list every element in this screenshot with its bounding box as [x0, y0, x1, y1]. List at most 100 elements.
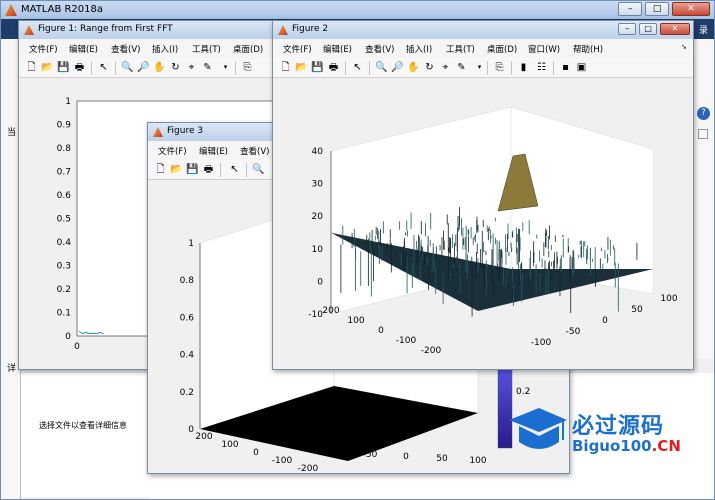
new-figure-icon[interactable]: 🗋: [25, 61, 38, 74]
menu-edit[interactable]: 编辑(E): [69, 43, 98, 55]
menu-file[interactable]: 文件(F): [29, 43, 58, 55]
x-tick-label: 0: [403, 452, 409, 462]
y-tick-label: 0: [253, 448, 259, 458]
print-icon[interactable]: 🖶: [73, 61, 86, 74]
figure-1-titlebar[interactable]: Figure 1: Range from First FFT: [19, 21, 292, 39]
figure-2-plot: 403020100-10 2001000-100-200 100500-50-1…: [308, 106, 678, 356]
close-button[interactable]: ✕: [660, 23, 690, 35]
figure-1-menubar: 文件(F) 编辑(E) 查看(V) 插入(I) 工具(T) 桌面(D): [19, 39, 292, 58]
print-icon[interactable]: 🖶: [327, 61, 340, 74]
menu-file[interactable]: 文件(F): [283, 43, 312, 55]
toolstrip-tab-label[interactable]: 录: [699, 23, 708, 36]
brush-icon[interactable]: ✎: [201, 61, 214, 74]
figure-1-title: Figure 1: Range from First FFT: [38, 24, 173, 34]
link-plot-icon[interactable]: ⎘: [493, 61, 506, 74]
y-tick-label: -100: [396, 336, 417, 346]
zoom-out-icon[interactable]: 🔎: [391, 61, 404, 74]
y-tick-label: 0.4: [57, 238, 72, 248]
brush-icon[interactable]: ✎: [455, 61, 468, 74]
link-plot-icon[interactable]: ⎘: [241, 61, 254, 74]
minimize-button[interactable]: –: [618, 23, 637, 35]
maximize-button[interactable]: □: [645, 2, 670, 16]
y-tick-label: 100: [221, 440, 238, 450]
save-icon[interactable]: 💾: [311, 61, 324, 74]
colorbar-icon[interactable]: ▮: [517, 61, 530, 74]
menu-view[interactable]: 查看(V): [365, 43, 394, 55]
figure-3-title: Figure 3: [167, 126, 204, 136]
menu-edit[interactable]: 编辑(E): [323, 43, 352, 55]
figure-2-window: Figure 2 – □ ✕ 文件(F) 编辑(E) 查看(V) 插入(I) 工…: [272, 20, 694, 370]
hide-plot-tools-icon[interactable]: ▪: [559, 61, 572, 74]
menu-view[interactable]: 查看(V): [111, 43, 140, 55]
figure-2-menubar: 文件(F) 编辑(E) 查看(V) 插入(I) 工具(T) 桌面(D) 窗口(W…: [273, 39, 693, 58]
y-tick-labels: 1 0.9 0.8 0.7 0.6 0.5 0.4 0.3 0.2 0.1 0: [57, 97, 72, 342]
pointer-icon[interactable]: ↖: [97, 61, 110, 74]
zoom-in-icon[interactable]: 🔍: [252, 163, 265, 176]
data-cursor-icon[interactable]: ⌖: [439, 61, 452, 74]
menu-view[interactable]: 查看(V): [240, 145, 269, 157]
pointer-icon[interactable]: ↖: [228, 163, 241, 176]
print-icon[interactable]: 🖶: [202, 163, 215, 176]
x-tick-label: 50: [436, 454, 448, 464]
main-titlebar[interactable]: MATLAB R2018a – □ ✕: [1, 1, 714, 19]
dock-arrow-icon[interactable]: ➘: [681, 43, 687, 51]
figure-icon: [24, 25, 34, 35]
pointer-icon[interactable]: ↖: [351, 61, 364, 74]
details-panel: [21, 373, 149, 497]
menu-insert[interactable]: 插入(I): [406, 43, 432, 55]
menu-desktop[interactable]: 桌面(D): [487, 43, 517, 55]
show-plot-tools-icon[interactable]: ▣: [575, 61, 588, 74]
menu-file[interactable]: 文件(F): [158, 145, 187, 157]
x-tick-label: 100: [660, 294, 677, 304]
menu-tools[interactable]: 工具(T): [446, 43, 475, 55]
menu-tools[interactable]: 工具(T): [192, 43, 221, 55]
toolbar-separator: [553, 61, 554, 75]
zoom-in-icon[interactable]: 🔍: [375, 61, 388, 74]
open-file-icon[interactable]: 📂: [41, 61, 54, 74]
y-tick-label: 0.8: [57, 144, 72, 154]
maximize-button[interactable]: □: [639, 23, 658, 35]
pan-icon[interactable]: ✋: [153, 61, 166, 74]
brush-dropdown-icon[interactable]: ▾: [473, 61, 486, 74]
y-tick-labels: 200 100 0 -100 -200: [322, 306, 441, 356]
toolbar-separator: [511, 61, 512, 75]
matlab-logo-icon: [5, 4, 17, 16]
watermark-title: 必过源码: [572, 414, 665, 439]
brush-dropdown-icon[interactable]: ▾: [219, 61, 232, 74]
zoom-in-icon[interactable]: 🔍: [121, 61, 134, 74]
new-figure-icon[interactable]: 🗋: [154, 163, 167, 176]
z-tick-label: 0.2: [180, 388, 194, 398]
x-tick-label: 100: [469, 456, 486, 466]
data-cursor-icon[interactable]: ⌖: [185, 61, 198, 74]
rotate-icon[interactable]: ↻: [423, 61, 436, 74]
rotate-icon[interactable]: ↻: [169, 61, 182, 74]
y-tick-label: 0: [378, 326, 384, 336]
minimize-button[interactable]: –: [618, 2, 643, 16]
z-tick-label: 0: [188, 425, 194, 435]
main-title: MATLAB R2018a: [21, 4, 104, 15]
pan-icon[interactable]: ✋: [407, 61, 420, 74]
new-figure-icon[interactable]: 🗋: [279, 61, 292, 74]
zoom-out-icon[interactable]: 🔎: [137, 61, 150, 74]
save-icon[interactable]: 💾: [57, 61, 70, 74]
save-icon[interactable]: 💾: [186, 163, 199, 176]
panel-toggle-icon[interactable]: [698, 129, 708, 139]
open-file-icon[interactable]: 📂: [295, 61, 308, 74]
colorbar-tick-label: 0.2: [516, 387, 530, 397]
legend-icon[interactable]: ☷: [535, 61, 548, 74]
figure-2-titlebar[interactable]: Figure 2 – □ ✕: [273, 21, 693, 39]
close-button[interactable]: ✕: [672, 2, 710, 16]
y-tick-label: 0.6: [57, 191, 72, 201]
graduation-cap-logo-icon: [509, 408, 567, 449]
menu-insert[interactable]: 插入(I): [152, 43, 178, 55]
open-file-icon[interactable]: 📂: [170, 163, 183, 176]
menu-window[interactable]: 窗口(W): [528, 43, 560, 55]
y-tick-label: 0.9: [57, 121, 72, 131]
help-icon[interactable]: ?: [697, 107, 710, 120]
menu-desktop[interactable]: 桌面(D): [233, 43, 263, 55]
toolbar-separator: [369, 61, 370, 75]
menu-edit[interactable]: 编辑(E): [199, 145, 228, 157]
toolbar-separator: [487, 61, 488, 75]
x-tick-label: -50: [566, 327, 581, 337]
menu-help[interactable]: 帮助(H): [573, 43, 603, 55]
